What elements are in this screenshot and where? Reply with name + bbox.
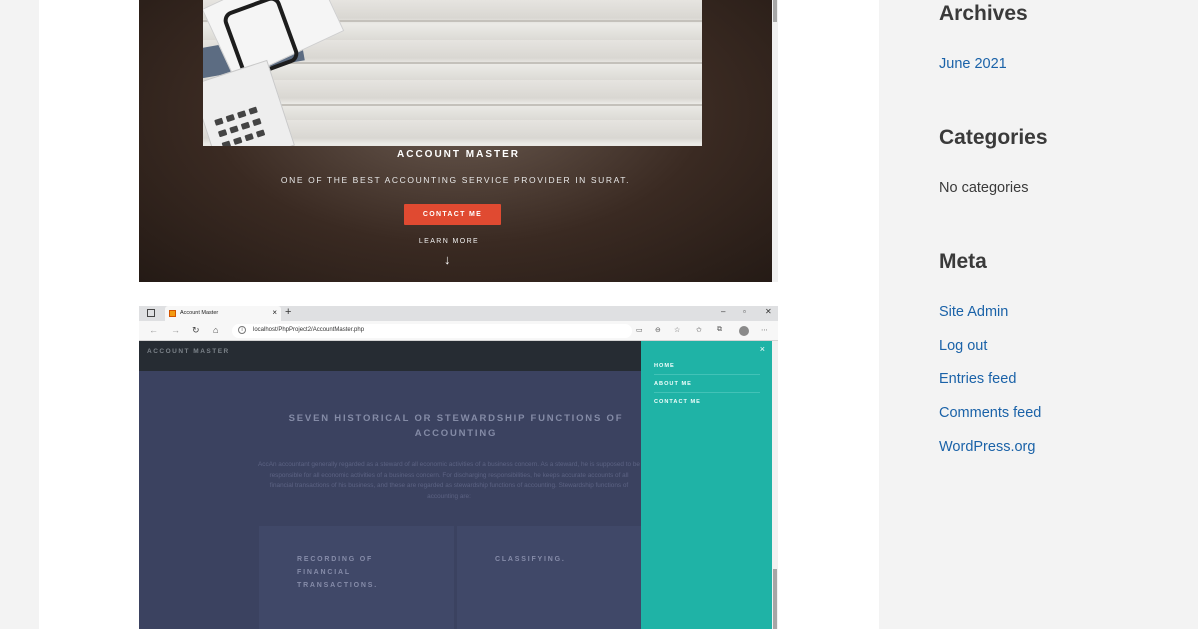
feature-title-classifying: CLASSIFYING.: [495, 556, 566, 563]
hero-subtitle: ONE OF THE BEST ACCOUNTING SERVICE PROVI…: [280, 175, 631, 185]
learn-more-link[interactable]: LEARN MORE: [139, 238, 759, 245]
hero-title: ACCOUNT MASTER: [397, 149, 520, 160]
tab-close-icon[interactable]: ×: [272, 308, 277, 317]
meta-link-log-out[interactable]: Log out: [939, 338, 987, 354]
tab-actions-icon[interactable]: [147, 309, 155, 317]
menu-item-about[interactable]: ABOUT ME: [654, 381, 760, 393]
meta-link-site-admin[interactable]: Site Admin: [939, 304, 1008, 320]
section-paragraph: AccAn accountant generally regarded as a…: [258, 461, 640, 500]
address-bar[interactable]: i localhost/PhpProject2/AccountMaster.ph…: [232, 324, 632, 338]
favicon-icon: [169, 310, 176, 317]
browser-screenshot: Account Master × + – ▫ ✕ ← → ↻ ⌂ i local…: [139, 306, 778, 629]
side-navigation-menu: × HOME ABOUT ME CONTACT ME: [641, 341, 772, 629]
back-icon[interactable]: ←: [149, 325, 158, 335]
desk-photo: [203, 0, 702, 146]
window-close-icon[interactable]: ✕: [765, 307, 772, 316]
meta-link-wordpress-org[interactable]: WordPress.org: [939, 439, 1035, 455]
section-heading: SEVEN HISTORICAL OR STEWARDSHIP FUNCTION…: [288, 413, 624, 439]
reader-icon[interactable]: ▭: [636, 326, 643, 334]
collections-icon[interactable]: ⧉: [717, 326, 722, 334]
arrow-down-icon[interactable]: ↓: [444, 253, 451, 266]
browser-toolbar: ← → ↻ ⌂ i localhost/PhpProject2/AccountM…: [139, 321, 778, 341]
menu-item-contact[interactable]: CONTACT ME: [654, 399, 760, 410]
favorite-icon[interactable]: ☆: [674, 326, 680, 334]
meta-link-entries-feed[interactable]: Entries feed: [939, 371, 1016, 387]
meta-title: Meta: [939, 250, 987, 273]
archive-link-june-2021[interactable]: June 2021: [939, 56, 1007, 72]
zoom-icon[interactable]: ⊖: [655, 326, 661, 334]
browser-tab-bar: Account Master × + – ▫ ✕: [139, 306, 778, 321]
no-categories-text: No categories: [939, 180, 1029, 196]
new-tab-icon[interactable]: +: [285, 306, 291, 318]
hero-screenshot: ACCOUNT MASTER ONE OF THE BEST ACCOUNTIN…: [139, 0, 778, 282]
forward-icon[interactable]: →: [171, 325, 180, 335]
favorites-icon[interactable]: ✩: [696, 326, 702, 334]
menu-item-home[interactable]: HOME: [654, 363, 760, 375]
maximize-icon[interactable]: ▫: [743, 307, 746, 316]
page-scrollbar-thumb[interactable]: [773, 569, 777, 629]
home-icon[interactable]: ⌂: [213, 325, 218, 335]
archives-title: Archives: [939, 2, 1028, 25]
feature-card-classifying: [457, 526, 641, 629]
categories-title: Categories: [939, 126, 1048, 149]
feature-title-recording: RECORDING OF FINANCIAL TRANSACTIONS.: [297, 556, 378, 589]
more-icon[interactable]: ⋯: [761, 326, 768, 334]
browser-tab[interactable]: Account Master ×: [165, 306, 281, 321]
profile-avatar[interactable]: [739, 326, 749, 336]
page-scrollbar[interactable]: [772, 341, 778, 629]
info-icon[interactable]: i: [238, 326, 246, 334]
minimize-icon[interactable]: –: [721, 307, 725, 316]
meta-link-comments-feed[interactable]: Comments feed: [939, 405, 1041, 421]
contact-me-button[interactable]: CONTACT ME: [404, 204, 501, 225]
menu-close-icon[interactable]: ×: [760, 344, 765, 354]
site-brand[interactable]: ACCOUNT MASTER: [147, 348, 230, 355]
scrollbar[interactable]: [772, 0, 778, 282]
refresh-icon[interactable]: ↻: [192, 325, 200, 336]
tab-title: Account Master: [180, 310, 219, 316]
url-text: localhost/PhpProject2/AccountMaster.php: [253, 327, 365, 333]
scrollbar-thumb[interactable]: [773, 0, 777, 22]
